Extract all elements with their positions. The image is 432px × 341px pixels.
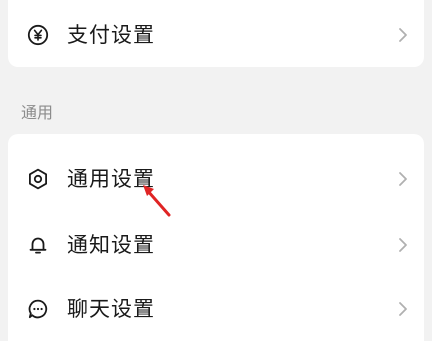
payment-settings-item[interactable]: 支付设置	[8, 10, 424, 60]
yen-circle-icon	[27, 24, 49, 46]
chat-settings-item[interactable]: 聊天设置	[8, 284, 424, 334]
gear-icon	[27, 168, 49, 190]
chat-settings-label: 聊天设置	[67, 297, 155, 321]
general-settings-label: 通用设置	[67, 167, 155, 191]
payment-settings-card: 支付设置	[8, 0, 424, 67]
bell-icon	[27, 234, 49, 256]
chevron-right-icon	[397, 171, 409, 187]
settings-page: 支付设置 通用 通用设置 通知设置 聊天设置	[0, 0, 432, 341]
chat-bubble-icon	[27, 298, 49, 320]
payment-settings-label: 支付设置	[67, 23, 155, 47]
general-section-title: 通用	[21, 103, 54, 122]
notification-settings-item[interactable]: 通知设置	[8, 220, 424, 270]
chevron-right-icon	[397, 237, 409, 253]
chevron-right-icon	[397, 301, 409, 317]
general-settings-item[interactable]: 通用设置	[8, 154, 424, 204]
chevron-right-icon	[397, 27, 409, 43]
notification-settings-label: 通知设置	[67, 233, 155, 257]
general-settings-card: 通用设置 通知设置 聊天设置	[8, 134, 424, 341]
